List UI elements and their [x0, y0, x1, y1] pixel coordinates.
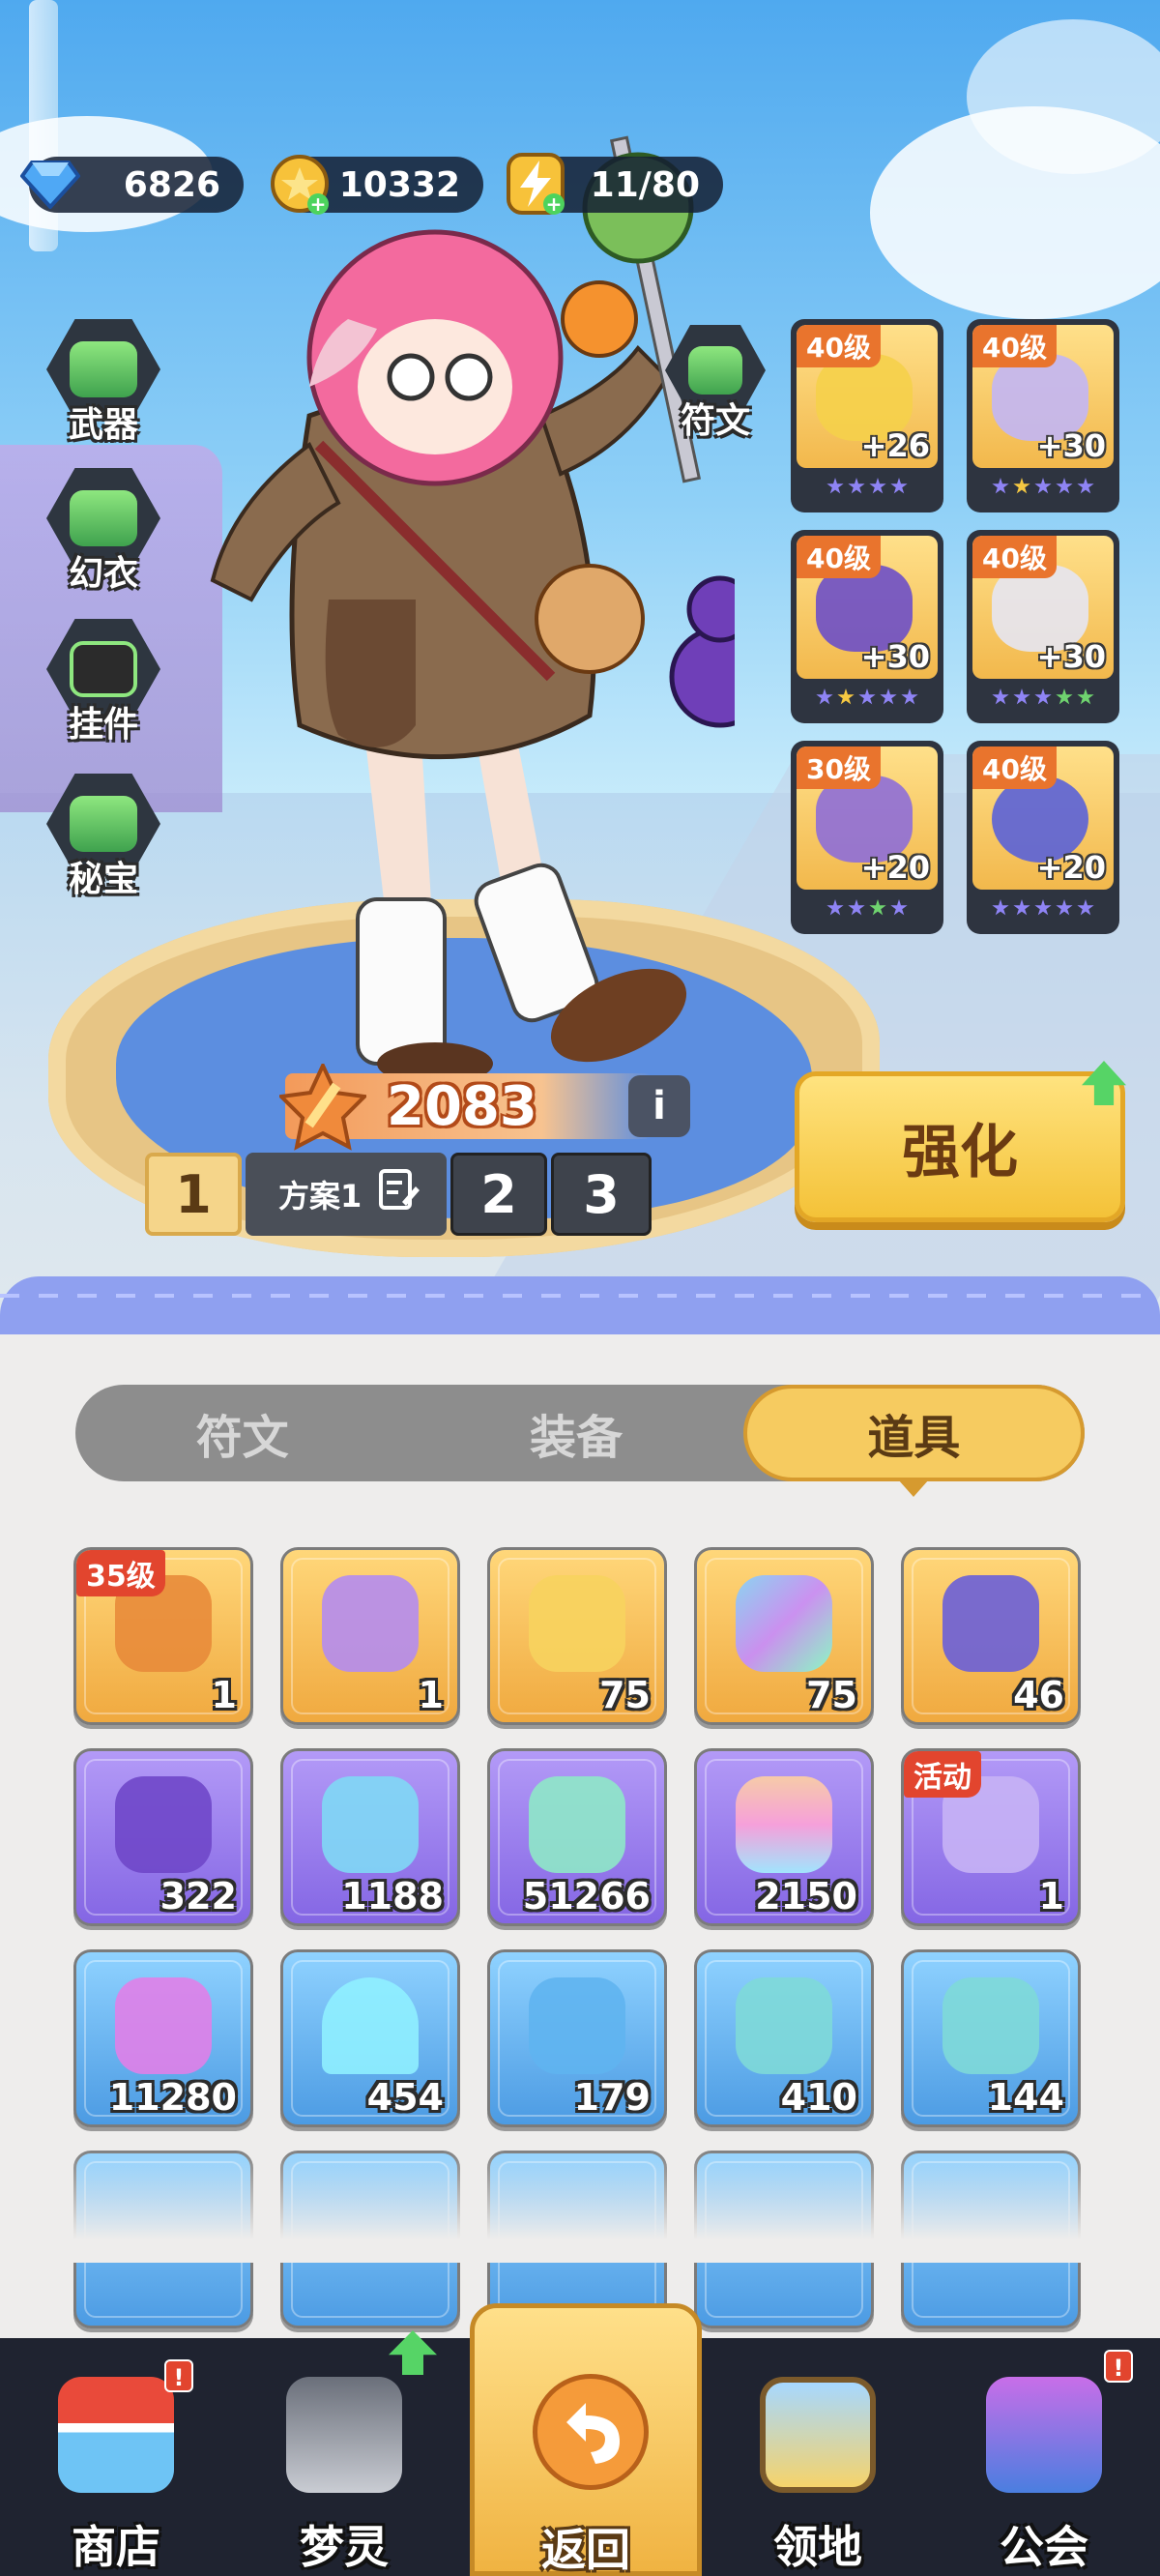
item-slot[interactable]: 454 [280, 1949, 460, 2127]
tab-items[interactable]: 道具 [742, 1385, 1085, 1497]
green-gem-icon [529, 1776, 625, 1873]
equip-slot-armor[interactable]: 40级 +30 [967, 319, 1119, 512]
back-arrow-icon [533, 2374, 649, 2490]
item-slot[interactable]: 活动 1 [901, 1748, 1081, 1926]
alert-badge: ! [164, 2359, 193, 2392]
item-slot[interactable]: 322 [73, 1748, 253, 1926]
scheme-name[interactable]: 方案1 [246, 1153, 447, 1236]
tab-equipment[interactable]: 装备 [409, 1385, 742, 1481]
nav-shop[interactable]: ! 商店 [0, 2338, 232, 2576]
energy-amount: 11/80 [590, 164, 700, 205]
level-badge: 35级 [76, 1550, 165, 1596]
rune-button[interactable]: 符文 [652, 325, 778, 460]
item-slot[interactable]: 75 [487, 1547, 667, 1725]
rainbow-bottle-icon [736, 1776, 832, 1873]
star-rating [972, 899, 1114, 917]
spirit-jar-icon [322, 1776, 419, 1873]
star-rating [797, 688, 938, 706]
dream-spirit-icon [286, 2377, 402, 2493]
inventory-tabs: 符文 装备 道具 [75, 1385, 1085, 1497]
lightning-icon: + [501, 149, 570, 219]
item-slot[interactable]: 75 [694, 1547, 874, 1725]
nav-guild[interactable]: ! 公会 [928, 2338, 1160, 2576]
scheme-slot-1[interactable]: 1 [145, 1153, 242, 1236]
energy-counter[interactable]: + 11/80 [507, 153, 723, 215]
equip-slot-pants[interactable]: 40级 +30 [967, 530, 1119, 723]
coin-counter[interactable]: + 10332 [271, 155, 483, 215]
gold-coin-icon: + [265, 149, 334, 219]
combat-power-value: 2083 [387, 1075, 537, 1138]
rename-icon[interactable] [379, 1169, 420, 1219]
gem-amount: 6826 [123, 164, 220, 205]
shop-icon [58, 2377, 174, 2493]
territory-icon [760, 2377, 876, 2493]
star-rating [972, 688, 1114, 706]
item-slot[interactable]: 1 [280, 1547, 460, 1725]
item-slot[interactable]: 144 [901, 1949, 1081, 2127]
star-rating [797, 478, 938, 495]
item-slot[interactable]: 179 [487, 1949, 667, 2127]
gem-counter[interactable]: 6826 [20, 157, 244, 213]
side-outfit-button[interactable]: 幻衣 [41, 468, 166, 603]
armor-blueprint-icon [942, 1977, 1039, 2074]
nav-back[interactable]: 返回 [470, 2303, 702, 2576]
star-rating [797, 899, 938, 917]
nav-territory[interactable]: 领地 [702, 2338, 934, 2576]
side-weapon-button[interactable]: 武器 [41, 319, 166, 454]
add-energy-icon[interactable]: + [543, 193, 565, 215]
purple-key-icon [115, 1776, 212, 1873]
blue-sand-icon [322, 1977, 419, 2074]
item-slot[interactable]: 11280 [73, 1949, 253, 2127]
power-info-button[interactable]: i [628, 1075, 690, 1137]
item-slot[interactable]: 51266 [487, 1748, 667, 1926]
item-slot[interactable]: 410 [694, 1949, 874, 2127]
blue-crystal-icon [529, 1977, 625, 2074]
nav-dream-spirit[interactable]: 梦灵 [228, 2330, 460, 2576]
combat-power: 2083 [276, 1061, 652, 1151]
side-pendant-button[interactable]: 挂件 [41, 619, 166, 754]
pink-stone-icon [115, 1977, 212, 2074]
scheme-slot-2[interactable]: 2 [450, 1153, 547, 1236]
coin-amount: 10332 [338, 164, 460, 205]
list-fade [0, 2147, 1160, 2263]
side-treasure-button[interactable]: 秘宝 [41, 774, 166, 909]
sword-icon [276, 1061, 369, 1155]
item-slot[interactable]: 1188 [280, 1748, 460, 1926]
equip-slot-helmet[interactable]: 40级 +26 [791, 319, 943, 512]
character-illustration[interactable] [193, 97, 735, 1093]
scheme-slot-3[interactable]: 3 [551, 1153, 652, 1236]
item-slot[interactable]: 35级 1 [73, 1547, 253, 1725]
alert-badge: ! [1104, 2350, 1133, 2383]
puzzle-icon [322, 1575, 419, 1672]
enhance-button[interactable]: 强化 [795, 1061, 1126, 1222]
helmet-blueprint-icon [736, 1977, 832, 2074]
item-slot[interactable]: 2150 [694, 1748, 874, 1926]
equip-slot-orb[interactable]: 40级 +20 [967, 741, 1119, 934]
panel-top-strip [0, 1276, 1160, 1334]
ticket-icon [942, 1575, 1039, 1672]
diamond-icon [15, 149, 85, 219]
star-rating [972, 478, 1114, 495]
star-key-icon [529, 1575, 625, 1672]
event-badge: 活动 [904, 1751, 981, 1798]
add-coins-icon[interactable]: + [307, 193, 329, 215]
bottom-nav: ! 商店 梦灵 返回 领地 ! 公会 [0, 2303, 1160, 2576]
equip-slot-bracer[interactable]: 40级 +30 [791, 530, 943, 723]
equip-slot-boots[interactable]: 30级 +20 [791, 741, 943, 934]
tab-runes[interactable]: 符文 [75, 1385, 409, 1481]
crystal-cube-icon [736, 1575, 832, 1672]
guild-icon [986, 2377, 1102, 2493]
item-slot[interactable]: 46 [901, 1547, 1081, 1725]
